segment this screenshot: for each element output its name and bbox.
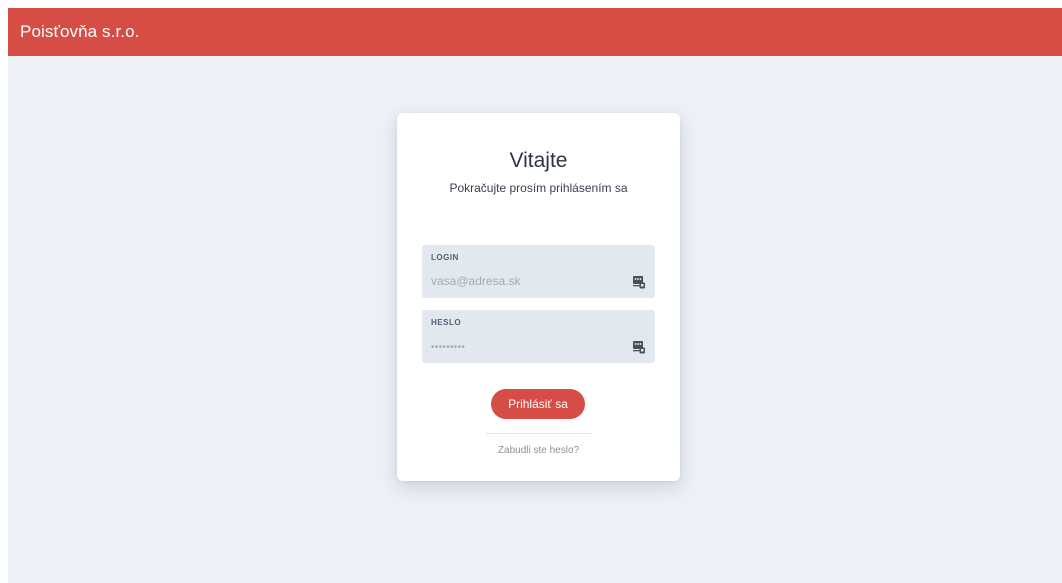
login-field[interactable]: LOGIN — [422, 245, 655, 298]
login-submit-button[interactable]: Prihlásiť sa — [491, 389, 585, 419]
forgot-password-link[interactable]: Zabudli ste heslo? — [397, 445, 680, 456]
password-field-label: HESLO — [431, 318, 462, 327]
brand-name[interactable]: Poisťovňa s.r.o. — [20, 22, 139, 42]
welcome-title: Vitajte — [509, 149, 568, 172]
keychain-icon[interactable] — [632, 275, 646, 289]
login-input[interactable] — [431, 271, 621, 291]
login-card: Vitajte Pokračujte prosím prihlásením sa… — [397, 113, 680, 481]
login-field-label: LOGIN — [431, 253, 459, 262]
app-viewport: Poisťovňa s.r.o. Vitajte Pokračujte pros… — [8, 8, 1062, 583]
divider — [486, 433, 592, 434]
keychain-icon[interactable] — [632, 340, 646, 354]
password-field[interactable]: HESLO — [422, 310, 655, 363]
password-input[interactable] — [431, 336, 621, 356]
top-navbar: Poisťovňa s.r.o. — [8, 8, 1062, 56]
welcome-subtitle: Pokračujte prosím prihlásením sa — [449, 181, 628, 195]
